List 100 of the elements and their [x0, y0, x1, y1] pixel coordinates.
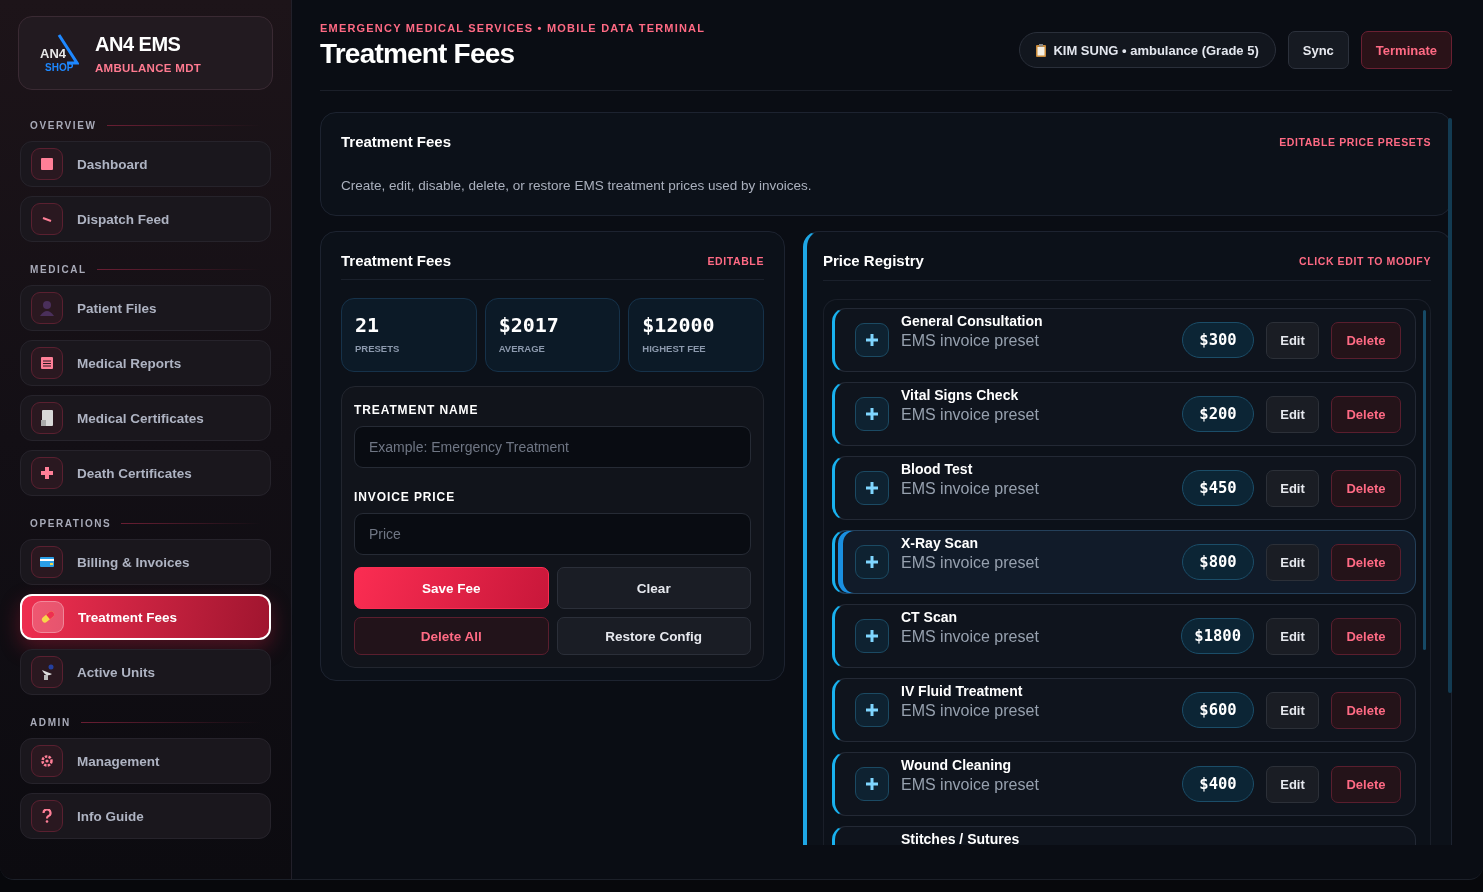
edit-button[interactable]: Edit: [1266, 395, 1319, 433]
nav-item[interactable]: Active Units: [20, 649, 271, 695]
price-pill: $800: [1182, 544, 1254, 580]
cross-icon: [41, 467, 53, 479]
delete-button[interactable]: Delete: [1331, 321, 1401, 359]
fee-row[interactable]: CT Scan EMS invoice preset $1800 Edit Delete: [832, 604, 1416, 668]
fee-name: Stitches / Sutures: [901, 831, 1021, 845]
edit-button[interactable]: Edit: [1266, 321, 1319, 359]
stat-value: $12000: [642, 313, 716, 337]
section-label: ADMIN: [30, 717, 71, 728]
fee-row[interactable]: Blood Test EMS invoice preset $450 Edit Delete: [832, 456, 1416, 520]
card-title: Treatment Fees: [341, 133, 452, 150]
plus-icon: [866, 778, 878, 790]
delete-button[interactable]: Delete: [1331, 765, 1401, 803]
fee-note: EMS invoice preset: [901, 480, 1040, 498]
document-icon: [41, 410, 53, 426]
section-label: OVERVIEW: [30, 120, 97, 131]
terminate-button[interactable]: Terminate: [1360, 31, 1452, 69]
delete-button[interactable]: Delete: [1331, 395, 1401, 433]
delete-button[interactable]: Delete: [1331, 543, 1401, 581]
field-label: TREATMENT NAME: [354, 403, 480, 417]
delete-button[interactable]: Delete: [1331, 617, 1401, 655]
price-pill: $1800: [1181, 618, 1254, 654]
edit-button[interactable]: Edit: [1266, 765, 1319, 803]
nav-item[interactable]: Medical Reports: [20, 340, 271, 386]
section-label: OPERATIONS: [30, 518, 112, 529]
fee-name: Vital Signs Check: [901, 387, 1020, 403]
fee-note: EMS invoice preset: [901, 628, 1040, 646]
price-pill: $600: [1182, 692, 1254, 728]
scrollbar[interactable]: [1448, 118, 1452, 693]
fee-name: IV Fluid Treatment: [901, 683, 1024, 699]
price-pill: $400: [1182, 766, 1254, 802]
brand-name: AN4 EMS: [95, 32, 182, 56]
card-tag: EDITABLE PRICE PRESETS: [1279, 135, 1431, 148]
section-label: MEDICAL: [30, 264, 87, 275]
fee-row[interactable]: General Consultation EMS invoice preset $300 Edit Delete: [832, 308, 1416, 372]
gear-icon: [40, 754, 54, 768]
fee-row[interactable]: Vital Signs Check EMS invoice preset $200 Edit Delete: [832, 382, 1416, 446]
delete-button[interactable]: Delete: [1331, 691, 1401, 729]
form-button[interactable]: Save Fee: [354, 567, 549, 609]
question-icon: [42, 809, 52, 823]
person-icon: [40, 300, 54, 316]
plus-icon: [866, 408, 878, 420]
edit-button[interactable]: Edit: [1266, 543, 1319, 581]
fee-name: Blood Test: [901, 461, 974, 477]
edit-button[interactable]: Edit: [1266, 469, 1319, 507]
stat-label: AVERAGE: [498, 343, 546, 354]
plus-icon: [866, 482, 878, 494]
edit-button[interactable]: Edit: [1266, 617, 1319, 655]
nav-item[interactable]: Info Guide: [20, 793, 271, 839]
fee-name: CT Scan: [901, 609, 958, 625]
nav-item[interactable]: Dispatch Feed: [20, 196, 271, 242]
siren-icon: [42, 216, 52, 222]
form-button[interactable]: Delete All: [354, 617, 549, 655]
fee-row[interactable]: Wound Cleaning EMS invoice preset $400 Edit Delete: [832, 752, 1416, 816]
card-tag: CLICK EDIT TO MODIFY: [1299, 254, 1431, 267]
card-icon: [40, 557, 54, 567]
fee-row[interactable]: X-Ray Scan EMS invoice preset $800 Edit Delete: [832, 530, 1416, 594]
fee-name: Wound Cleaning: [901, 757, 1013, 773]
page-title: Treatment Fees: [320, 38, 516, 70]
plus-icon: [866, 334, 878, 346]
price-pill: $450: [1182, 470, 1254, 506]
fee-row[interactable]: Stitches / Sutures: [832, 826, 1416, 845]
price-pill: $300: [1182, 322, 1254, 358]
nav-item[interactable]: Medical Certificates: [20, 395, 271, 441]
input-field[interactable]: Example: Emergency Treatment: [354, 426, 751, 468]
card-title: Treatment Fees: [341, 252, 452, 269]
field-label: INVOICE PRICE: [354, 490, 457, 504]
fee-note: EMS invoice preset: [901, 554, 1040, 572]
brand-subtitle: AMBULANCE MDT: [95, 61, 202, 74]
satellite-dish-icon: [40, 664, 54, 680]
grid-icon: [41, 158, 53, 170]
nav-item[interactable]: Death Certificates: [20, 450, 271, 496]
fee-note: EMS invoice preset: [901, 776, 1040, 794]
fee-note: EMS invoice preset: [901, 702, 1040, 720]
report-icon: [41, 357, 53, 369]
stat-value: 21: [355, 313, 381, 337]
delete-button[interactable]: Delete: [1331, 469, 1401, 507]
fee-name: X-Ray Scan: [901, 535, 980, 551]
nav-item[interactable]: Treatment Fees: [20, 594, 271, 640]
plus-icon: [866, 704, 878, 716]
price-pill: $200: [1182, 396, 1254, 432]
clipboard-icon: [1036, 43, 1047, 57]
fee-note: EMS invoice preset: [901, 332, 1040, 350]
fee-note: EMS invoice preset: [901, 406, 1040, 424]
scrollbar[interactable]: [1423, 310, 1426, 650]
nav-item[interactable]: Patient Files: [20, 285, 271, 331]
eyebrow-text: EMERGENCY MEDICAL SERVICES • MOBILE DATA TERMINAL: [320, 22, 706, 34]
nav-item[interactable]: Billing & Invoices: [20, 539, 271, 585]
fee-name: General Consultation: [901, 313, 1044, 329]
fee-row[interactable]: IV Fluid Treatment EMS invoice preset $600 Edit Delete: [832, 678, 1416, 742]
form-button[interactable]: Restore Config: [556, 617, 751, 655]
sync-button[interactable]: Sync: [1287, 31, 1349, 69]
card-title: Price Registry: [823, 252, 924, 269]
nav-item[interactable]: Dashboard: [20, 141, 271, 187]
input-field[interactable]: Price: [354, 513, 751, 555]
form-button[interactable]: Clear: [556, 567, 751, 609]
edit-button[interactable]: Edit: [1266, 691, 1319, 729]
description-text: Create, edit, disable, delete, or restore EMS treatment prices used by invoices.: [341, 178, 813, 193]
nav-item[interactable]: Management: [20, 738, 271, 784]
